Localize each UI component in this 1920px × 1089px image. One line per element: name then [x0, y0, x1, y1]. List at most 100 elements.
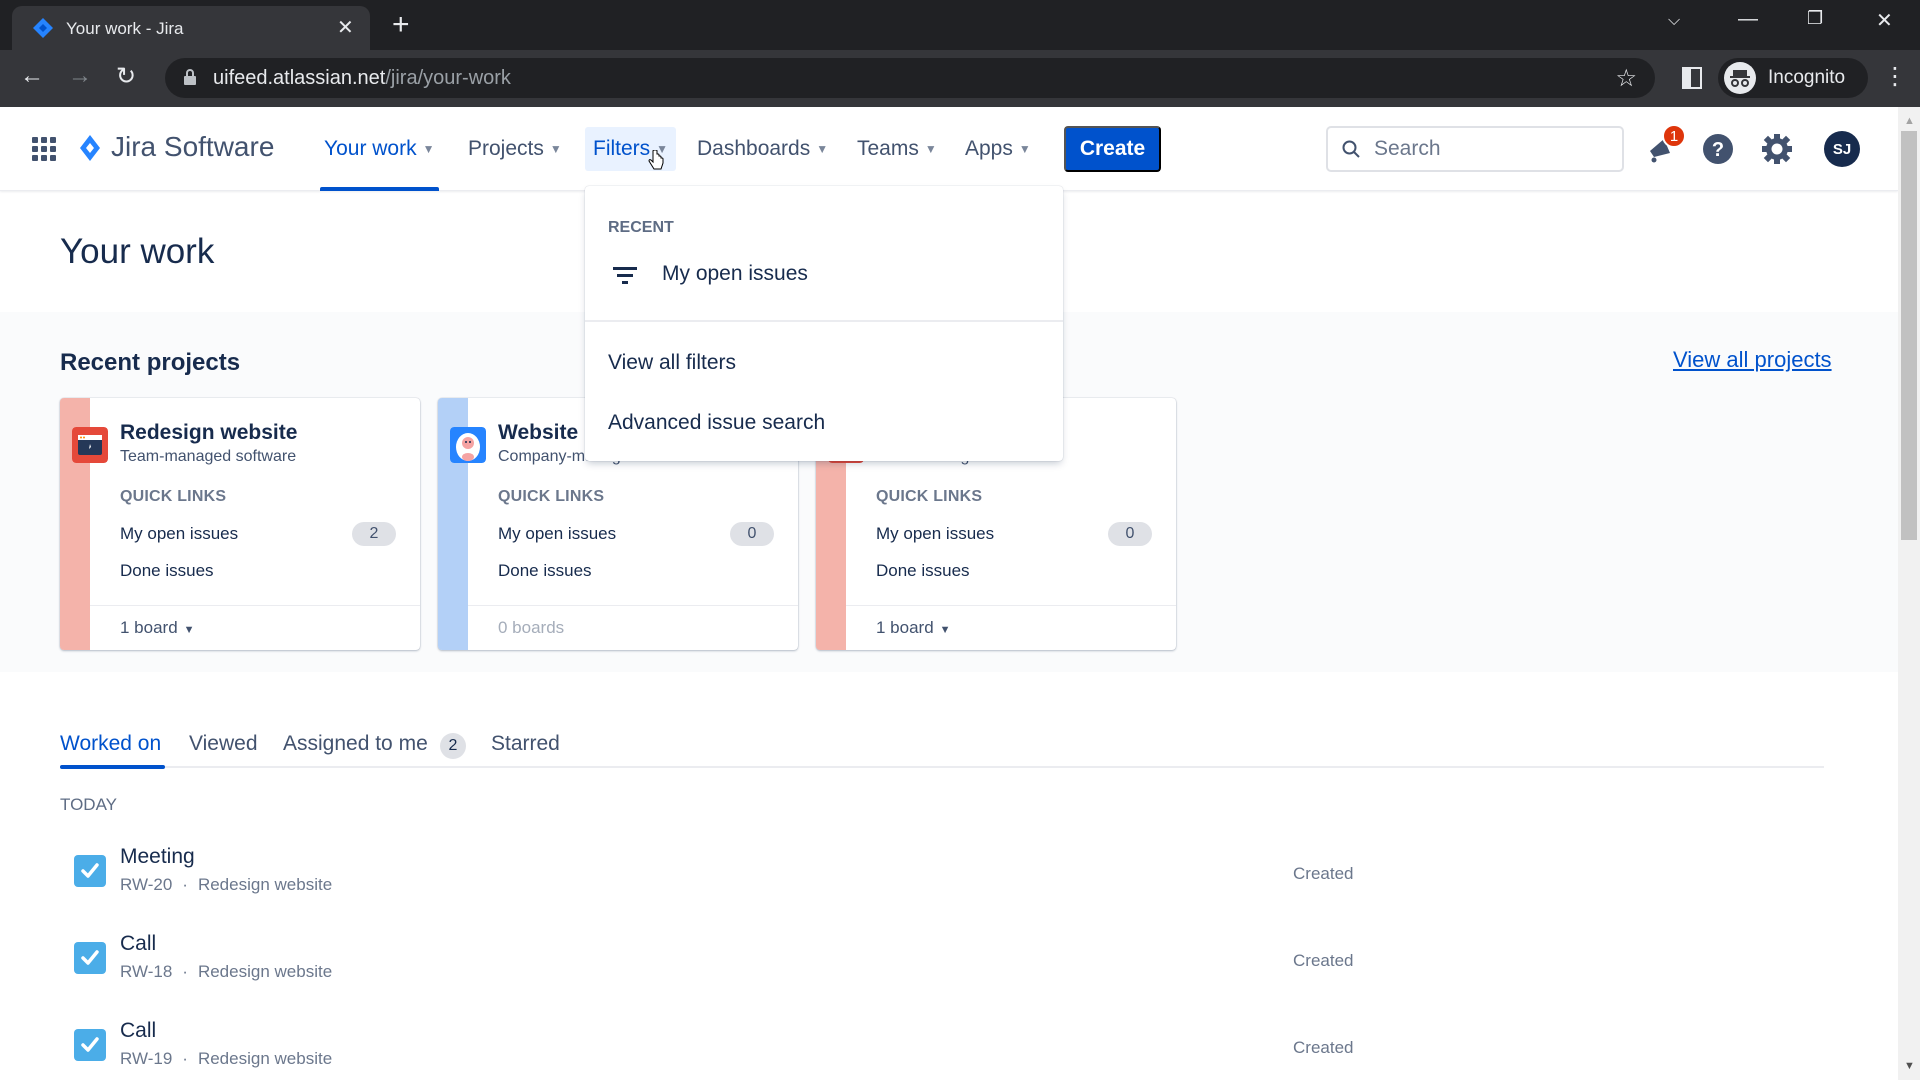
nav-label: Apps — [965, 137, 1013, 160]
chevron-down-icon: ▼ — [422, 142, 435, 156]
nav-projects[interactable]: Projects ▼ — [464, 107, 566, 191]
nav-teams[interactable]: Teams ▼ — [853, 107, 941, 191]
boards-label: 1 board — [876, 618, 934, 637]
close-tab-icon[interactable]: ✕ — [337, 15, 354, 40]
forward-icon[interactable]: → — [68, 62, 92, 90]
app-switcher-icon[interactable] — [32, 137, 56, 161]
nav-label: Projects — [468, 137, 544, 160]
new-tab-icon[interactable]: + — [392, 8, 410, 42]
issue-key: RW-20 — [120, 875, 173, 894]
separator: · — [182, 1049, 188, 1068]
tab-worked-on[interactable]: Worked on — [60, 732, 161, 756]
browser-tab-strip: Your work - Jira ✕ + ⌵ — ❐ ✕ — [0, 0, 1920, 50]
search-icon — [1342, 140, 1360, 158]
issue-meta: RW-20 · Redesign website — [120, 875, 332, 895]
url-text: uifeed.atlassian.net/jira/your-work — [213, 67, 511, 89]
reload-icon[interactable]: ↻ — [116, 62, 136, 91]
my-open-issues-link[interactable]: My open issues — [498, 524, 616, 544]
scroll-down-icon[interactable]: ▼ — [1904, 1060, 1915, 1072]
incognito-icon — [1724, 62, 1756, 94]
task-checkbox-icon — [74, 942, 106, 974]
recent-filter-item[interactable]: My open issues — [585, 246, 1063, 306]
nav-your-work[interactable]: Your work ▼ — [320, 107, 439, 191]
open-issues-count-badge: 2 — [352, 522, 396, 546]
nav-label: Filters — [593, 137, 651, 160]
boards-dropdown[interactable]: 1 board ▼ — [120, 618, 195, 638]
issue-meta: RW-18 · Redesign website — [120, 962, 332, 982]
help-icon[interactable]: ? — [1698, 129, 1738, 169]
view-all-projects-link[interactable]: View all projects — [1673, 347, 1832, 373]
chevron-down-icon: ▼ — [939, 624, 951, 636]
filter-icon — [613, 267, 637, 284]
project-name[interactable]: Redesign website — [120, 421, 297, 445]
chevron-down-icon: ▼ — [183, 624, 195, 636]
done-issues-link[interactable]: Done issues — [876, 561, 970, 581]
scroll-up-icon[interactable]: ▲ — [1904, 115, 1915, 127]
recent-filter-label: My open issues — [662, 262, 808, 285]
issue-row[interactable]: Call RW-19 · Redesign website Created — [60, 1019, 1360, 1089]
my-open-issues-link[interactable]: My open issues — [120, 524, 238, 544]
project-type: Team-managed software — [120, 448, 297, 465]
quick-links-label: QUICK LINKS — [120, 488, 227, 505]
boards-label: 0 boards — [498, 618, 565, 637]
chevron-down-icon: ▼ — [816, 142, 829, 156]
minimize-icon[interactable]: — — [1738, 8, 1758, 31]
issue-title: Meeting — [120, 845, 195, 868]
issue-activity: Created — [1293, 864, 1354, 883]
side-panel-icon[interactable] — [1682, 67, 1702, 89]
quick-links-label: QUICK LINKS — [876, 488, 983, 505]
card-divider — [846, 605, 1176, 606]
settings-gear-icon[interactable] — [1757, 129, 1797, 169]
bookmark-star-icon[interactable]: ☆ — [1615, 64, 1637, 93]
scrollbar-thumb[interactable] — [1901, 131, 1917, 540]
browser-tab[interactable]: Your work - Jira ✕ — [12, 6, 370, 50]
separator: · — [182, 875, 188, 894]
issue-row[interactable]: Call RW-18 · Redesign website Created — [60, 932, 1360, 1002]
nav-apps[interactable]: Apps ▼ — [961, 107, 1035, 191]
view-all-filters-item[interactable]: View all filters — [608, 351, 736, 375]
menu-separator — [585, 320, 1063, 322]
project-browser-icon — [72, 427, 108, 463]
issue-meta: RW-19 · Redesign website — [120, 1049, 332, 1069]
issue-project: Redesign website — [197, 875, 333, 894]
issue-key: RW-18 — [120, 962, 173, 981]
project-name[interactable]: Website r — [498, 421, 592, 445]
incognito-profile-button[interactable]: Incognito — [1718, 58, 1868, 98]
search-box[interactable] — [1326, 126, 1624, 172]
task-checkbox-icon — [74, 1029, 106, 1061]
tab-starred[interactable]: Starred — [491, 732, 560, 756]
task-checkbox-icon — [74, 855, 106, 887]
create-button[interactable]: Create — [1064, 126, 1161, 172]
boards-dropdown[interactable]: 1 board ▼ — [876, 618, 951, 638]
card-divider — [468, 605, 798, 606]
product-name[interactable]: Jira Software — [111, 131, 274, 163]
browser-toolbar: ← → ↻ uifeed.atlassian.net/jira/your-wor… — [0, 50, 1920, 107]
page-title: Your work — [60, 232, 215, 271]
nav-dashboards[interactable]: Dashboards ▼ — [693, 107, 832, 191]
project-card[interactable]: Redesign website Team-managed software Q… — [60, 398, 420, 650]
done-issues-link[interactable]: Done issues — [498, 561, 592, 581]
group-label-today: TODAY — [60, 795, 117, 814]
project-yeti-avatar-icon — [450, 427, 486, 463]
restore-icon[interactable]: ❐ — [1807, 8, 1823, 29]
done-issues-link[interactable]: Done issues — [120, 561, 214, 581]
separator: · — [182, 962, 188, 981]
window-close-icon[interactable]: ✕ — [1876, 8, 1893, 33]
user-avatar[interactable]: SJ — [1824, 131, 1860, 167]
advanced-issue-search-item[interactable]: Advanced issue search — [608, 411, 825, 435]
page-scrollbar[interactable]: ▲ ▼ — [1898, 107, 1920, 1080]
nav-label: Teams — [857, 137, 919, 160]
browser-menu-icon[interactable]: ⋮ — [1883, 62, 1907, 91]
address-bar[interactable]: uifeed.atlassian.net/jira/your-work ☆ — [165, 58, 1655, 98]
back-icon[interactable]: ← — [20, 62, 44, 90]
browser-tab-title: Your work - Jira — [66, 19, 184, 38]
jira-logo-icon[interactable] — [78, 133, 102, 163]
issue-row[interactable]: Meeting RW-20 · Redesign website Created — [60, 845, 1360, 915]
my-open-issues-link[interactable]: My open issues — [876, 524, 994, 544]
boards-label: 1 board — [120, 618, 178, 637]
tab-assigned-to-me[interactable]: Assigned to me — [283, 732, 428, 756]
issue-title: Call — [120, 932, 157, 955]
tab-viewed[interactable]: Viewed — [189, 732, 258, 756]
search-input[interactable] — [1374, 136, 1614, 162]
tab-search-chevron-icon[interactable]: ⌵ — [1668, 12, 1680, 30]
